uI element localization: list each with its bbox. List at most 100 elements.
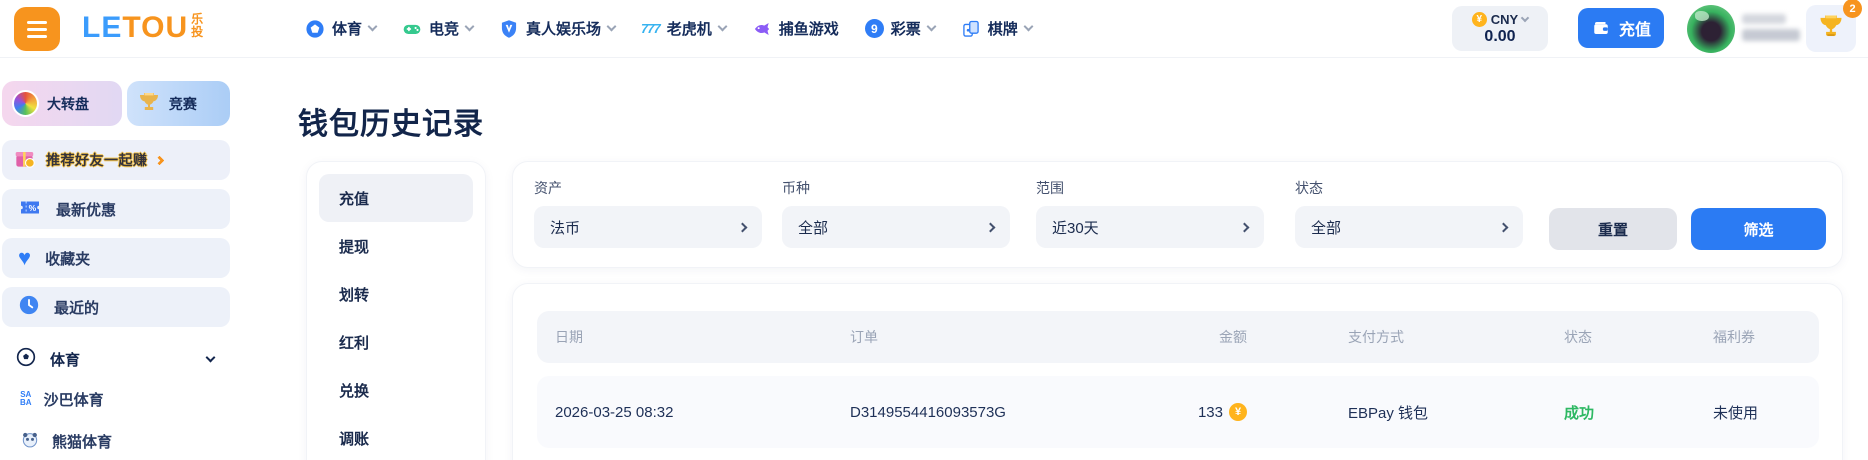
chevron-down-icon [717,21,728,32]
row-order-id: D3149554416093573G [850,403,1006,421]
currency-select[interactable]: 全部 [782,206,1010,248]
filter-label-asset: 资产 [534,180,562,196]
heart-icon: ♥ [18,245,32,270]
coin-icon: ¥ [1229,403,1247,421]
trophy-icon [1817,12,1845,45]
nav-item-board-games[interactable]: 棋牌 [961,18,1034,39]
status-select[interactable]: 全部 [1295,206,1523,248]
sidebar-item-promotions[interactable]: % 最新优惠 [2,189,230,229]
filter-submit-button[interactable]: 筛选 [1691,208,1826,250]
sidebar-item-referral[interactable]: 推荐好友一起赚 [2,140,230,180]
chevron-right-icon [737,222,748,232]
nav-item-esports[interactable]: 电竞 [402,18,475,39]
main-nav: 体育 电竞 真人娱乐场 777 老虎机 捕鱼游戏 9 彩票 棋牌 [305,0,1034,57]
table-row[interactable]: 2026-03-25 08:32 D3149554416093573G 133 … [537,376,1819,448]
nav-item-sports[interactable]: 体育 [305,18,378,39]
logo-text-le: LE [82,11,123,44]
logo-text-tou: TOU [122,11,189,44]
wallet-icon [1591,18,1611,38]
chevron-down-icon [1023,21,1034,32]
panda-icon [20,429,40,453]
notification-badge: 2 [1843,0,1862,18]
playing-cards-icon [961,19,981,39]
chevron-down-icon [464,21,475,32]
tab-transfer[interactable]: 划转 [319,270,473,318]
row-date: 2026-03-25 08:32 [555,403,674,421]
logo-text-cn: 乐投 [191,12,204,39]
history-tabs-panel: 充值 提现 划转 红利 兑换 调账 [306,161,486,460]
header-payment-method: 支付方式 [1348,329,1404,345]
chevron-down-icon [1520,13,1530,23]
currency-label: CNY [1490,11,1519,27]
asset-select[interactable]: 法币 [534,206,762,248]
row-amount: 133 ¥ [1091,376,1247,448]
header-amount: 金额 [1219,329,1247,345]
row-payment-method: EBPay 钱包 [1348,404,1429,422]
tab-withdraw[interactable]: 提现 [319,222,473,270]
filter-label-status: 状态 [1295,180,1323,196]
soccer-ball-icon [16,347,36,371]
svg-text:%: % [29,203,37,213]
main-content: 钱包历史记录 充值 提现 划转 红利 兑换 调账 资产 法币 币种 全部 范围 … [232,57,1868,460]
date-range-select[interactable]: 近30天 [1036,206,1264,248]
filter-label-currency: 币种 [782,180,810,196]
promo-ticket-icon: % [18,195,42,223]
filter-label-range: 范围 [1036,180,1064,196]
header-coupon: 福利券 [1713,329,1755,345]
gamepad-icon [402,19,422,39]
header-order: 订单 [850,329,878,345]
nav-item-lottery[interactable]: 9 彩票 [864,18,937,39]
chevron-right-icon [985,222,996,232]
nav-item-slots[interactable]: 777 老虎机 [641,18,728,39]
rewards-trophy-button[interactable]: 2 [1806,0,1862,52]
page-title: 钱包历史记录 [298,108,484,141]
row-status: 成功 [1564,404,1595,422]
shield-icon [499,19,519,39]
chevron-down-icon [926,21,937,32]
chevron-right-icon [1239,222,1250,232]
nav-item-live-casino[interactable]: 真人娱乐场 [499,18,617,39]
soccer-ball-icon [305,18,325,39]
slots-777-icon: 777 [641,21,661,36]
balance-selector[interactable]: ¥ CNY 0.00 [1452,6,1548,51]
tab-deposit[interactable]: 充值 [319,174,473,222]
sidebar-item-panda-sports[interactable]: 熊猫体育 [0,420,232,460]
chevron-down-icon [606,21,617,32]
header-status: 状态 [1564,329,1592,345]
letou-logo[interactable]: LE TOU 乐投 [82,11,203,45]
chevron-down-icon [205,352,216,362]
balance-amount: 0.00 [1484,27,1516,45]
lottery-ball-icon: 9 [864,19,884,38]
saba-logo-icon: SA BA [20,390,32,407]
sidebar-item-wheel[interactable]: 大转盘 [2,81,122,126]
clock-icon [18,294,40,320]
user-avatar[interactable] [1687,5,1735,53]
chevron-down-icon [367,21,378,32]
chevron-right-icon [154,155,164,165]
reset-button[interactable]: 重置 [1549,208,1677,250]
username-blurred [1742,14,1802,41]
filters-panel: 资产 法币 币种 全部 范围 近30天 状态 全部 重置 筛选 [512,161,1843,268]
table-header-row: 日期 订单 金额 支付方式 状态 福利券 [537,311,1819,363]
top-bar: LE TOU 乐投 体育 电竞 真人娱乐场 777 老虎机 捕鱼游戏 9 彩票 … [0,0,1868,57]
trophy-icon [137,90,161,117]
header-date: 日期 [555,329,583,345]
prize-wheel-icon [12,90,39,117]
sidebar-item-favorites[interactable]: ♥ 收藏夹 [2,238,230,278]
tab-adjustment[interactable]: 调账 [319,414,473,460]
deposit-button[interactable]: 充值 [1578,8,1664,48]
tab-exchange[interactable]: 兑换 [319,366,473,414]
sidebar-item-contest[interactable]: 竞赛 [126,81,230,126]
gift-icon [12,145,38,176]
chevron-right-icon [1498,222,1509,232]
sidebar-section-sports[interactable]: 体育 [0,340,232,378]
sidebar-item-saba-sports[interactable]: SA BA 沙巴体育 [0,378,232,420]
history-table-panel: 日期 订单 金额 支付方式 状态 福利券 2026-03-25 08:32 D3… [512,283,1843,460]
sidebar-item-recent[interactable]: 最近的 [2,287,230,327]
sidebar: 大转盘 竞赛 推荐好友一起赚 % 最新优惠 ♥ 收藏夹 最近的 体育 SA BA… [0,57,232,460]
nav-item-fishing[interactable]: 捕鱼游戏 [752,18,839,39]
row-coupon: 未使用 [1713,404,1759,422]
tab-bonus[interactable]: 红利 [319,318,473,366]
menu-toggle-button[interactable] [14,7,60,51]
wallet-history-page: LE TOU 乐投 体育 电竞 真人娱乐场 777 老虎机 捕鱼游戏 9 彩票 … [0,0,1868,460]
